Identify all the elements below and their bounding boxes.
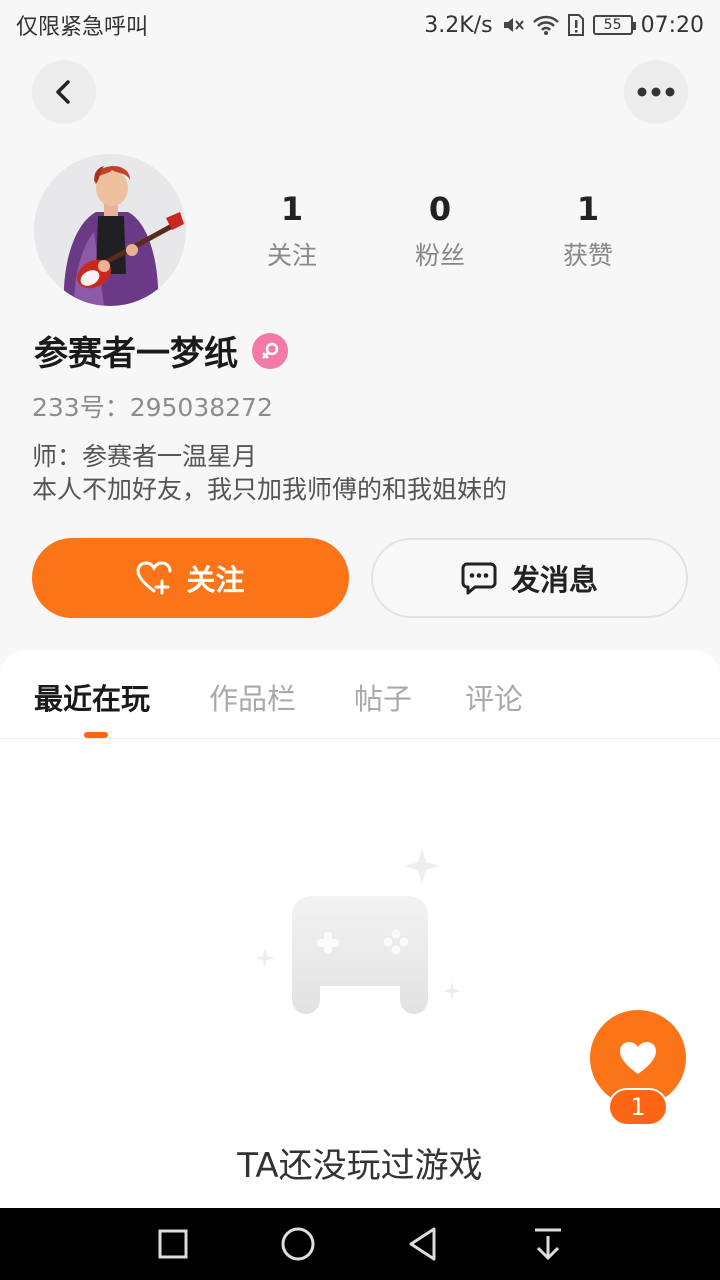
triangle-back-icon: [409, 1227, 435, 1261]
recent-apps-button[interactable]: [149, 1220, 197, 1268]
tab-recently-played[interactable]: 最近在玩: [34, 676, 150, 718]
more-button[interactable]: [624, 60, 688, 124]
avatar[interactable]: [34, 154, 186, 306]
avatar-illustration: [34, 154, 186, 306]
system-nav-bar: [0, 1208, 720, 1280]
empty-state-text: TA还没玩过游戏: [237, 1146, 483, 1186]
stat-label: 粉丝: [414, 241, 465, 270]
tab-comments[interactable]: 评论: [465, 676, 523, 718]
battery-icon: 55: [592, 15, 636, 35]
stat-number: 0: [428, 190, 452, 228]
message-label: 发消息: [510, 563, 598, 597]
gamepad-empty-icon: [255, 848, 461, 1014]
stat-label: 获赞: [562, 241, 613, 270]
tab-posts[interactable]: 帖子: [354, 676, 412, 718]
circle-icon: [281, 1227, 314, 1261]
carrier-text: 仅限紧急呼叫: [16, 15, 149, 40]
nickname-row: 参赛者一梦纸: [34, 326, 288, 375]
pull-down-icon: [534, 1228, 561, 1261]
network-speed: 3.2K/s: [424, 12, 493, 38]
bio: 师：参赛者一温星月 本人不加好友，我只加我师傅的和我姐妹的: [32, 440, 507, 506]
female-icon: [252, 332, 288, 369]
back-nav-button[interactable]: [399, 1220, 447, 1268]
mute-icon: [501, 13, 525, 37]
like-count-badge: 1: [608, 1088, 668, 1126]
tab-works[interactable]: 作品栏: [209, 676, 296, 718]
stat-number: 1: [280, 190, 304, 228]
status-bar: 仅限紧急呼叫 3.2K/s 55 07:20: [0, 0, 720, 50]
tab-indicator: [84, 732, 108, 738]
heart-icon: [620, 1042, 656, 1074]
follow-label: 关注: [186, 563, 245, 597]
bio-line: 本人不加好友，我只加我师傅的和我姐妹的: [32, 475, 508, 504]
wifi-icon: [532, 14, 559, 36]
stat-following[interactable]: 1 关注: [232, 190, 352, 272]
chat-bubble-icon: [461, 562, 497, 595]
content-card: 最近在玩 作品栏 帖子 评论 TA还没玩过游戏: [0, 650, 720, 1208]
user-id: 233号：295038272: [32, 393, 273, 422]
stat-followers[interactable]: 0 粉丝: [380, 190, 500, 272]
notification-pull-button[interactable]: [524, 1220, 572, 1268]
sim-alert-icon: [567, 13, 585, 37]
bio-line: 师：参赛者一温星月: [32, 442, 258, 471]
tab-bar: 最近在玩 作品栏 帖子 评论: [0, 650, 720, 739]
heart-plus-icon: [136, 561, 172, 595]
square-icon: [158, 1229, 187, 1259]
stat-likes[interactable]: 1 获赞: [528, 190, 648, 272]
status-icons: 3.2K/s 55 07:20: [424, 13, 704, 38]
home-button[interactable]: [274, 1220, 322, 1268]
stat-label: 关注: [266, 241, 317, 270]
message-button[interactable]: 发消息: [371, 538, 688, 618]
nickname: 参赛者一梦纸: [34, 334, 238, 374]
follow-button[interactable]: 关注: [32, 538, 349, 618]
stat-number: 1: [576, 190, 600, 228]
chevron-left-icon: [56, 80, 70, 104]
more-dots-icon: [637, 87, 675, 97]
clock: 07:20: [640, 12, 704, 38]
back-button[interactable]: [32, 60, 96, 124]
